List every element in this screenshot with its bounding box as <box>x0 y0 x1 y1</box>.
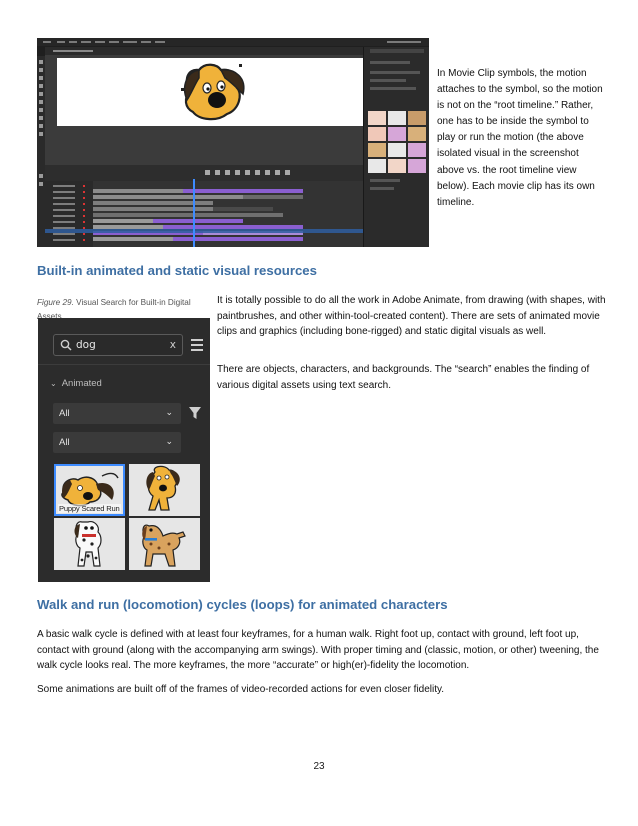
chevron-down-icon: ⌄ <box>165 407 173 417</box>
timeline-panel <box>45 165 363 247</box>
brown-dog-thumbnail <box>142 524 186 567</box>
asset-tile-dog-sitting[interactable] <box>129 464 200 516</box>
stage-area <box>45 55 369 165</box>
visual-search-screenshot: dog x ⌄ Animated All ⌄ All ⌄ Puppy Scared… <box>38 318 210 582</box>
dog-sitting-thumbnail <box>146 465 180 511</box>
timeline-controls <box>45 165 363 181</box>
dog-character-illustration <box>181 63 245 121</box>
walk-cycle-paragraph-2: Some animations are built off of the fra… <box>37 684 445 695</box>
library-thumbnails <box>368 111 426 173</box>
list-view-icon[interactable] <box>191 339 203 351</box>
section-heading-visual-resources: Built-in animated and static visual reso… <box>37 263 317 278</box>
visual-resources-paragraph-2: There are objects, characters, and backg… <box>217 364 590 391</box>
search-input[interactable]: dog x <box>53 334 183 356</box>
page-number: 23 <box>313 761 325 772</box>
menu-bar <box>37 38 429 46</box>
playhead <box>193 179 195 247</box>
animate-editor-screenshot <box>37 38 429 247</box>
tools-panel <box>37 56 45 247</box>
asset-tile-brown-dog[interactable] <box>129 518 200 570</box>
stage-canvas <box>57 58 369 126</box>
dropdown-value: All <box>59 437 70 448</box>
section-heading-walk-cycles: Walk and run (locomotion) cycles (loops)… <box>37 597 448 612</box>
movie-clip-note: In Movie Clip symbols, the motion attach… <box>437 68 603 208</box>
layer-list <box>45 181 93 247</box>
asset-caption: Puppy Scared Run <box>58 504 121 513</box>
animated-section-header[interactable]: ⌄ Animated <box>50 378 102 389</box>
figure-label: Figure 29. <box>37 298 74 307</box>
visual-resources-paragraph-1: It is totally possible to do all the wor… <box>217 295 606 338</box>
divider <box>38 364 210 365</box>
dalmatian-thumbnail <box>74 521 102 567</box>
timeline-frames <box>93 181 363 247</box>
asset-tile-dalmatian[interactable] <box>54 518 125 570</box>
selected-layer-row <box>45 229 363 233</box>
category-filter-dropdown[interactable]: All ⌄ <box>53 403 181 424</box>
dropdown-value: All <box>59 408 70 419</box>
chevron-down-icon: ⌄ <box>50 379 57 388</box>
document-tab <box>45 47 363 55</box>
asset-tile-puppy-scared-run[interactable]: Puppy Scared Run <box>54 464 125 516</box>
properties-library-panel <box>363 47 429 247</box>
search-value: dog <box>76 339 96 351</box>
section-label: Animated <box>61 378 102 389</box>
search-icon <box>60 339 74 353</box>
clear-icon[interactable]: x <box>170 339 176 351</box>
subcategory-filter-dropdown[interactable]: All ⌄ <box>53 432 181 453</box>
walk-cycle-paragraph-1: A basic walk cycle is defined with at le… <box>37 629 599 672</box>
filter-icon[interactable] <box>188 406 202 420</box>
search-results-grid: Puppy Scared Run <box>54 464 200 570</box>
chevron-down-icon: ⌄ <box>165 436 173 446</box>
